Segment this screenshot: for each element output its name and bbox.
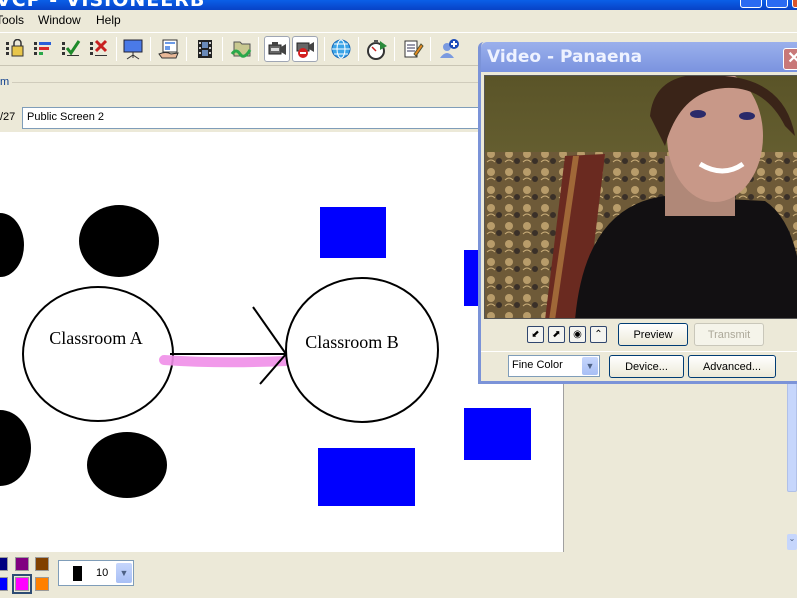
pen-size-select[interactable]: 10 ▼ — [58, 560, 134, 586]
scroll-down-button[interactable]: ⌄ — [787, 534, 797, 550]
color-swatch-brown[interactable] — [35, 557, 49, 571]
pen-color-preview — [73, 566, 82, 581]
app-title-bar: VCP - VISIONEERB — [0, 0, 797, 10]
student-circle[interactable] — [0, 213, 24, 277]
lock-list-button[interactable] — [2, 36, 28, 62]
add-user-button[interactable] — [436, 36, 462, 62]
film-strip-button[interactable] — [192, 36, 218, 62]
section-divider — [12, 82, 482, 83]
video-window-title-bar[interactable]: Video - Panaena ✕ — [481, 42, 797, 72]
classroom-a-label: Classroom A — [49, 328, 143, 348]
projector-screen-icon — [123, 39, 143, 60]
student-circle[interactable] — [0, 410, 31, 486]
quality-value: Fine Color — [512, 359, 563, 371]
desk-rectangle[interactable] — [318, 448, 415, 506]
classroom-a-circle[interactable] — [22, 286, 174, 422]
folder-arrow-button[interactable] — [228, 36, 254, 62]
toolbar-separator — [186, 37, 187, 61]
collapse-icon: ⌃ — [594, 329, 603, 340]
desk-rectangle[interactable] — [464, 408, 531, 460]
maximize-button[interactable] — [766, 0, 788, 8]
toolbar-separator — [258, 37, 259, 61]
vertical-scrollbar[interactable]: ⌄ — [787, 380, 797, 550]
menu-window[interactable]: Window — [38, 13, 81, 27]
notepad-pencil-icon — [404, 40, 424, 58]
shrink-icon: ⬋ — [531, 329, 540, 340]
color-swatch-navy[interactable] — [0, 557, 8, 571]
chevron-down-icon[interactable]: ▼ — [582, 357, 598, 375]
advanced-button[interactable]: Advanced... — [688, 355, 776, 378]
video-feed — [484, 75, 797, 319]
expand-icon: ⬈ — [552, 329, 561, 340]
classroom-b-label: Classroom B — [305, 332, 399, 352]
check-list-icon — [62, 40, 81, 56]
film-strip-icon — [198, 40, 212, 58]
expand-video-button[interactable]: ⬈ — [548, 326, 565, 343]
snapshot-icon: ◉ — [573, 329, 582, 340]
reject-list-icon — [90, 39, 108, 56]
lock-list-icon — [6, 39, 24, 57]
menu-bar: Tools Window Help — [0, 10, 797, 32]
student-circle[interactable] — [79, 205, 159, 277]
reject-list-button[interactable] — [86, 36, 112, 62]
toolbar-separator — [150, 37, 151, 61]
notepad-pencil-button[interactable] — [400, 36, 426, 62]
page-count: /27 — [0, 111, 16, 123]
preview-button[interactable]: Preview — [618, 323, 688, 346]
video-window: Video - Panaena ✕ ⬋ ⬈ ◉ ⌃ Preview Transm… — [478, 42, 797, 384]
video-window-divider — [481, 351, 797, 352]
transmit-button[interactable]: Transmit — [694, 323, 764, 346]
color-swatch-purple[interactable] — [15, 557, 29, 571]
video-camera-stop-icon — [296, 42, 314, 58]
stopwatch-play-icon — [367, 40, 387, 60]
video-camera-stop-button[interactable] — [292, 36, 318, 62]
screen-name-field[interactable]: Public Screen 2 — [22, 107, 492, 129]
pen-size-value: 10 — [96, 567, 109, 579]
shrink-video-button[interactable]: ⬋ — [527, 326, 544, 343]
color-swatch-orange[interactable] — [35, 577, 49, 591]
color-swatch-blue[interactable] — [0, 577, 8, 591]
menu-help[interactable]: Help — [96, 13, 121, 27]
projector-screen-button[interactable] — [120, 36, 146, 62]
toolbar-separator — [324, 37, 325, 61]
scrollbar-thumb[interactable] — [787, 380, 797, 492]
snapshot-button[interactable]: ◉ — [569, 326, 586, 343]
toolbar-separator — [430, 37, 431, 61]
toolbar-separator — [222, 37, 223, 61]
globe-icon — [331, 39, 351, 59]
menu-tools[interactable]: Tools — [0, 13, 24, 27]
folder-arrow-icon — [230, 41, 252, 58]
close-button[interactable] — [792, 0, 797, 8]
minimize-button[interactable] — [740, 0, 762, 8]
globe-button[interactable] — [328, 36, 354, 62]
video-camera-button[interactable] — [264, 36, 290, 62]
screen-name-value: Public Screen 2 — [27, 111, 105, 123]
app-title: VCP - VISIONEERB — [0, 0, 205, 10]
webcam-image — [485, 76, 797, 318]
hand-document-icon — [158, 39, 179, 59]
hand-document-button[interactable] — [156, 36, 182, 62]
add-user-icon — [440, 39, 459, 58]
student-circle[interactable] — [87, 432, 167, 498]
section-label: m — [0, 76, 10, 88]
check-list-button[interactable] — [58, 36, 84, 62]
video-close-button[interactable]: ✕ — [783, 48, 797, 70]
toolbar-separator — [116, 37, 117, 61]
toolbar-separator — [358, 37, 359, 61]
highlighter-stroke[interactable] — [159, 355, 291, 368]
color-swatch-magenta[interactable] — [12, 574, 32, 594]
chevron-down-icon[interactable]: ▼ — [116, 563, 132, 583]
video-camera-icon — [268, 42, 286, 55]
priority-list-icon — [34, 42, 51, 55]
video-window-title: Video - Panaena — [487, 47, 643, 67]
desk-rectangle[interactable] — [320, 207, 386, 258]
quality-select[interactable]: Fine Color ▼ — [508, 355, 600, 377]
stopwatch-play-button[interactable] — [364, 36, 390, 62]
device-button[interactable]: Device... — [609, 355, 684, 378]
priority-list-button[interactable] — [30, 36, 56, 62]
toolbar-separator — [394, 37, 395, 61]
collapse-button[interactable]: ⌃ — [590, 326, 607, 343]
arrow-head-upper — [252, 306, 287, 355]
